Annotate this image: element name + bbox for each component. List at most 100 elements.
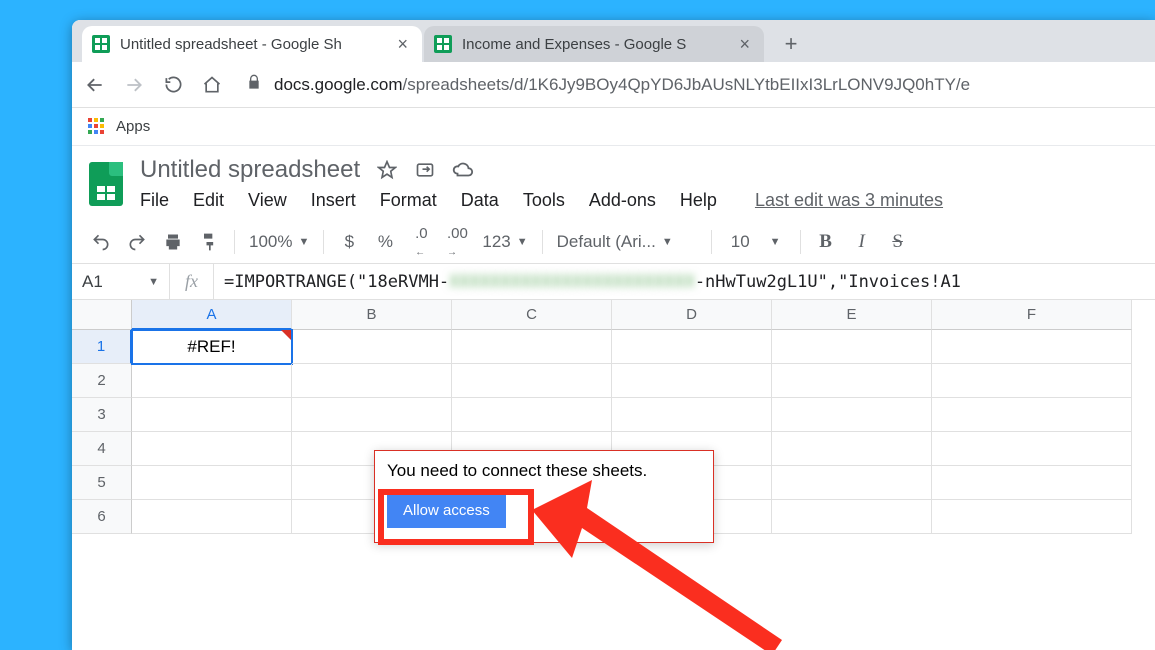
cell[interactable] xyxy=(132,398,292,432)
column-header[interactable]: E xyxy=(772,300,932,330)
menu-bar: File Edit View Insert Format Data Tools … xyxy=(140,190,1137,211)
forward-button[interactable] xyxy=(123,74,145,96)
cloud-status-icon[interactable] xyxy=(452,159,474,181)
name-box[interactable]: A1▼ xyxy=(72,264,170,299)
last-edit-link[interactable]: Last edit was 3 minutes xyxy=(755,190,943,211)
menu-data[interactable]: Data xyxy=(461,190,499,211)
cell[interactable] xyxy=(452,330,612,364)
cell[interactable] xyxy=(292,330,452,364)
tab-title: Untitled spreadsheet - Google Sh xyxy=(120,36,387,53)
bookmarks-bar: Apps xyxy=(72,108,1155,146)
star-icon[interactable] xyxy=(376,159,398,181)
back-button[interactable] xyxy=(84,74,106,96)
cell[interactable] xyxy=(612,398,772,432)
column-header[interactable]: C xyxy=(452,300,612,330)
cell[interactable] xyxy=(932,364,1132,398)
browser-tab-inactive[interactable]: Income and Expenses - Google S × xyxy=(424,26,764,62)
cell[interactable] xyxy=(932,432,1132,466)
menu-view[interactable]: View xyxy=(248,190,287,211)
cell[interactable] xyxy=(772,500,932,534)
menu-file[interactable]: File xyxy=(140,190,169,211)
currency-button[interactable]: $ xyxy=(338,231,360,253)
menu-format[interactable]: Format xyxy=(380,190,437,211)
allow-access-button[interactable]: Allow access xyxy=(387,493,506,528)
cell[interactable] xyxy=(292,364,452,398)
apps-grid-icon[interactable] xyxy=(88,118,106,136)
font-size-dropdown[interactable]: 10▼ xyxy=(726,232,786,252)
cell[interactable] xyxy=(772,364,932,398)
italic-button[interactable]: I xyxy=(851,231,873,253)
font-dropdown[interactable]: Default (Ari...▼ xyxy=(557,232,697,252)
sheets-favicon-icon xyxy=(434,35,452,53)
redacted-text: XXXXXXXXXXXXXXXXXXXXXXXX xyxy=(449,272,695,292)
home-button[interactable] xyxy=(201,74,223,96)
redo-icon[interactable] xyxy=(126,231,148,253)
doc-header: Untitled spreadsheet File Edit View Inse… xyxy=(72,146,1155,212)
cell[interactable] xyxy=(932,330,1132,364)
cell[interactable] xyxy=(132,466,292,500)
zoom-dropdown[interactable]: 100%▼ xyxy=(249,232,309,252)
cell[interactable] xyxy=(932,466,1132,500)
cell[interactable] xyxy=(772,330,932,364)
cell[interactable] xyxy=(772,466,932,500)
paint-format-icon[interactable] xyxy=(198,231,220,253)
select-all-corner[interactable] xyxy=(72,300,132,330)
decrease-decimal-button[interactable]: .0← xyxy=(410,231,432,253)
menu-edit[interactable]: Edit xyxy=(193,190,224,211)
move-icon[interactable] xyxy=(414,159,436,181)
increase-decimal-button[interactable]: .00→ xyxy=(446,231,468,253)
undo-icon[interactable] xyxy=(90,231,112,253)
cell[interactable] xyxy=(772,398,932,432)
error-popup: You need to connect these sheets. Allow … xyxy=(374,450,714,543)
menu-help[interactable]: Help xyxy=(680,190,717,211)
sheets-favicon-icon xyxy=(92,35,110,53)
close-tab-icon[interactable]: × xyxy=(739,34,750,55)
reload-button[interactable] xyxy=(162,74,184,96)
menu-insert[interactable]: Insert xyxy=(311,190,356,211)
formula-input[interactable]: =IMPORTRANGE("18eRVMH-XXXXXXXXXXXXXXXXXX… xyxy=(214,272,971,292)
browser-tab-active[interactable]: Untitled spreadsheet - Google Sh × xyxy=(82,26,422,62)
cell[interactable] xyxy=(132,432,292,466)
column-header-row: ABCDEF xyxy=(72,300,1155,330)
sheets-logo-icon[interactable] xyxy=(84,156,128,212)
number-format-dropdown[interactable]: 123▼ xyxy=(482,232,527,252)
column-header[interactable]: D xyxy=(612,300,772,330)
new-tab-button[interactable]: + xyxy=(776,29,806,59)
cell[interactable] xyxy=(452,364,612,398)
doc-title[interactable]: Untitled spreadsheet xyxy=(140,156,360,184)
url-bar[interactable]: docs.google.com/spreadsheets/d/1K6Jy9BOy… xyxy=(246,74,970,95)
percent-button[interactable]: % xyxy=(374,231,396,253)
cell[interactable] xyxy=(452,398,612,432)
browser-tabstrip: Untitled spreadsheet - Google Sh × Incom… xyxy=(72,20,1155,62)
close-tab-icon[interactable]: × xyxy=(397,34,408,55)
row-header[interactable]: 5 xyxy=(72,466,132,500)
fx-icon: fx xyxy=(170,264,214,299)
row-header[interactable]: 3 xyxy=(72,398,132,432)
row-header[interactable]: 2 xyxy=(72,364,132,398)
cell[interactable] xyxy=(132,364,292,398)
strikethrough-button[interactable]: S xyxy=(887,231,909,253)
cell[interactable]: #REF! xyxy=(132,330,292,364)
menu-tools[interactable]: Tools xyxy=(523,190,565,211)
lock-icon xyxy=(246,74,262,95)
row-header[interactable]: 6 xyxy=(72,500,132,534)
cell[interactable] xyxy=(932,500,1132,534)
bold-button[interactable]: B xyxy=(815,231,837,253)
toolbar: 100%▼ $ % .0← .00→ 123▼ Default (Ari...▼… xyxy=(72,220,1155,264)
cell[interactable] xyxy=(612,364,772,398)
address-bar: docs.google.com/spreadsheets/d/1K6Jy9BOy… xyxy=(72,62,1155,108)
cell[interactable] xyxy=(612,330,772,364)
bookmark-apps[interactable]: Apps xyxy=(116,118,150,135)
column-header[interactable]: A xyxy=(132,300,292,330)
column-header[interactable]: B xyxy=(292,300,452,330)
formula-bar: A1▼ fx =IMPORTRANGE("18eRVMH-XXXXXXXXXXX… xyxy=(72,264,1155,300)
cell[interactable] xyxy=(132,500,292,534)
print-icon[interactable] xyxy=(162,231,184,253)
column-header[interactable]: F xyxy=(932,300,1132,330)
row-header[interactable]: 4 xyxy=(72,432,132,466)
cell[interactable] xyxy=(772,432,932,466)
cell[interactable] xyxy=(932,398,1132,432)
row-header[interactable]: 1 xyxy=(72,330,132,364)
menu-addons[interactable]: Add-ons xyxy=(589,190,656,211)
cell[interactable] xyxy=(292,398,452,432)
